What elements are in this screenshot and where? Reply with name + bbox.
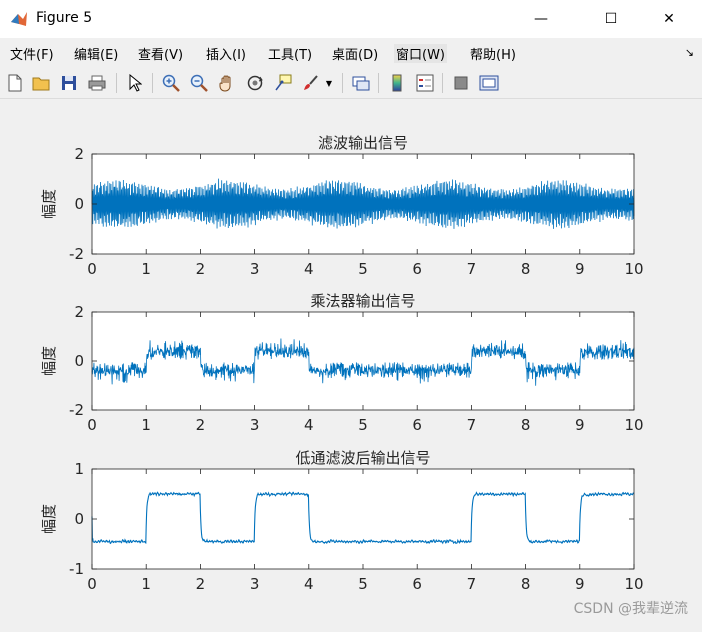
title-bar: Figure 5 — ☐ ✕: [0, 0, 702, 38]
x-tick-label: 10: [624, 260, 643, 278]
x-tick-label: 1: [141, 260, 151, 278]
x-tick-label: 0: [87, 416, 97, 434]
x-tick-label: 0: [87, 260, 97, 278]
x-tick-label: 8: [521, 575, 531, 593]
x-tick-label: 3: [250, 575, 260, 593]
y-axis-label: 幅度: [40, 504, 58, 534]
y-tick-label: 1: [74, 460, 84, 478]
zoom-in-icon[interactable]: [160, 72, 182, 94]
x-tick-label: 1: [141, 416, 151, 434]
x-tick-label: 2: [196, 260, 206, 278]
x-tick-label: 7: [467, 416, 477, 434]
rotate-icon[interactable]: [244, 72, 266, 94]
matlab-logo-icon: [11, 12, 27, 26]
subplot-title: 乘法器输出信号: [310, 292, 415, 310]
y-axis-label: 幅度: [40, 346, 58, 376]
x-tick-label: 9: [575, 260, 585, 278]
x-tick-label: 1: [141, 575, 151, 593]
legend-icon[interactable]: [414, 72, 436, 94]
y-axis-label: 幅度: [40, 189, 58, 219]
brush-dropdown-icon[interactable]: ▼: [322, 72, 336, 94]
x-tick-label: 4: [304, 575, 314, 593]
pan-icon[interactable]: [216, 72, 238, 94]
close-button[interactable]: ✕: [646, 0, 692, 38]
x-tick-label: 5: [358, 575, 368, 593]
y-tick-label: 0: [74, 352, 84, 370]
maximize-icon: ☐: [604, 11, 618, 27]
x-tick-label: 9: [575, 575, 585, 593]
close-icon: ✕: [663, 11, 675, 27]
y-tick-label: -2: [69, 401, 84, 419]
new-figure-icon[interactable]: [4, 72, 26, 94]
plot-area: [92, 469, 634, 569]
x-tick-label: 10: [624, 416, 643, 434]
menu-file[interactable]: 文件(F): [8, 44, 56, 63]
x-tick-label: 2: [196, 416, 206, 434]
zoom-out-icon[interactable]: [188, 72, 210, 94]
x-tick-label: 7: [467, 575, 477, 593]
y-tick-label: 0: [74, 195, 84, 213]
brush-icon[interactable]: [300, 72, 322, 94]
minimize-icon: —: [534, 11, 548, 27]
toolbar-separator: [442, 73, 443, 93]
x-tick-label: 0: [87, 575, 97, 593]
subplot-title: 滤波输出信号: [318, 134, 408, 152]
pointer-icon[interactable]: [124, 72, 146, 94]
x-tick-label: 6: [412, 575, 422, 593]
toolbar-separator: [152, 73, 153, 93]
x-tick-label: 5: [358, 416, 368, 434]
menu-help[interactable]: 帮助(H): [468, 44, 518, 63]
save-icon[interactable]: [58, 72, 80, 94]
toolbar-separator: [342, 73, 343, 93]
plot-area: [92, 312, 634, 410]
x-tick-label: 4: [304, 416, 314, 434]
x-tick-label: 8: [521, 260, 531, 278]
toolbar-separator: [378, 73, 379, 93]
minimize-button[interactable]: —: [518, 0, 564, 38]
x-tick-label: 6: [412, 416, 422, 434]
x-tick-label: 3: [250, 416, 260, 434]
x-tick-label: 5: [358, 260, 368, 278]
menu-insert[interactable]: 插入(I): [204, 44, 248, 63]
toolbar-separator: [116, 73, 117, 93]
data-cursor-icon[interactable]: [272, 72, 294, 94]
y-tick-label: 2: [74, 303, 84, 321]
menu-desktop[interactable]: 桌面(D): [330, 44, 380, 63]
y-tick-label: 2: [74, 145, 84, 163]
hide-plot-tools-icon[interactable]: [450, 72, 472, 94]
maximize-button[interactable]: ☐: [588, 0, 634, 38]
subplot-2: 0 1 2 3 4 5 6 7 8 9 1020-2乘法器输出信号幅度: [40, 292, 644, 434]
show-plot-tools-icon[interactable]: [478, 72, 500, 94]
colorbar-icon[interactable]: [386, 72, 408, 94]
link-plot-icon[interactable]: [350, 72, 372, 94]
y-tick-label: -1: [69, 560, 84, 578]
print-icon[interactable]: [86, 72, 108, 94]
menu-bar: 文件(F) 编辑(E) 查看(V) 插入(I) 工具(T) 桌面(D) 窗口(W…: [0, 38, 702, 68]
x-tick-label: 7: [467, 260, 477, 278]
plots-svg: 0 1 2 3 4 5 6 7 8 9 1020-2滤波输出信号幅度0 1 2 3 4 5 6 7 8 9 1020-2…: [40, 134, 644, 593]
y-tick-label: 0: [74, 510, 84, 528]
x-tick-label: 3: [250, 260, 260, 278]
y-tick-label: -2: [69, 245, 84, 263]
menu-view[interactable]: 查看(V): [136, 44, 185, 63]
subplot-3: 0 1 2 3 4 5 6 7 8 9 1010-1低通滤波后输出信号幅度: [40, 449, 644, 593]
subplot-title: 低通滤波后输出信号: [295, 449, 430, 467]
x-tick-label: 4: [304, 260, 314, 278]
menu-edit[interactable]: 编辑(E): [72, 44, 120, 63]
x-tick-label: 9: [575, 416, 585, 434]
watermark: CSDN @我辈逆流: [573, 601, 688, 617]
toolbar: ▼: [0, 68, 702, 99]
subplot-1: 0 1 2 3 4 5 6 7 8 9 1020-2滤波输出信号幅度: [40, 134, 644, 278]
menu-overflow-icon[interactable]: ↘: [685, 46, 694, 59]
x-tick-label: 2: [196, 575, 206, 593]
x-tick-label: 8: [521, 416, 531, 434]
x-tick-label: 10: [624, 575, 643, 593]
open-file-icon[interactable]: [30, 72, 52, 94]
window-title: Figure 5: [36, 10, 93, 26]
menu-window[interactable]: 窗口(W): [394, 44, 447, 63]
figure-canvas: 0 1 2 3 4 5 6 7 8 9 10 2 0 -2 滤波输出信号 幅度 0 1 2 3 4 5 6 7 8 9 10 2 0 -2…: [0, 99, 702, 628]
menu-tools[interactable]: 工具(T): [266, 44, 314, 63]
x-tick-label: 6: [412, 260, 422, 278]
